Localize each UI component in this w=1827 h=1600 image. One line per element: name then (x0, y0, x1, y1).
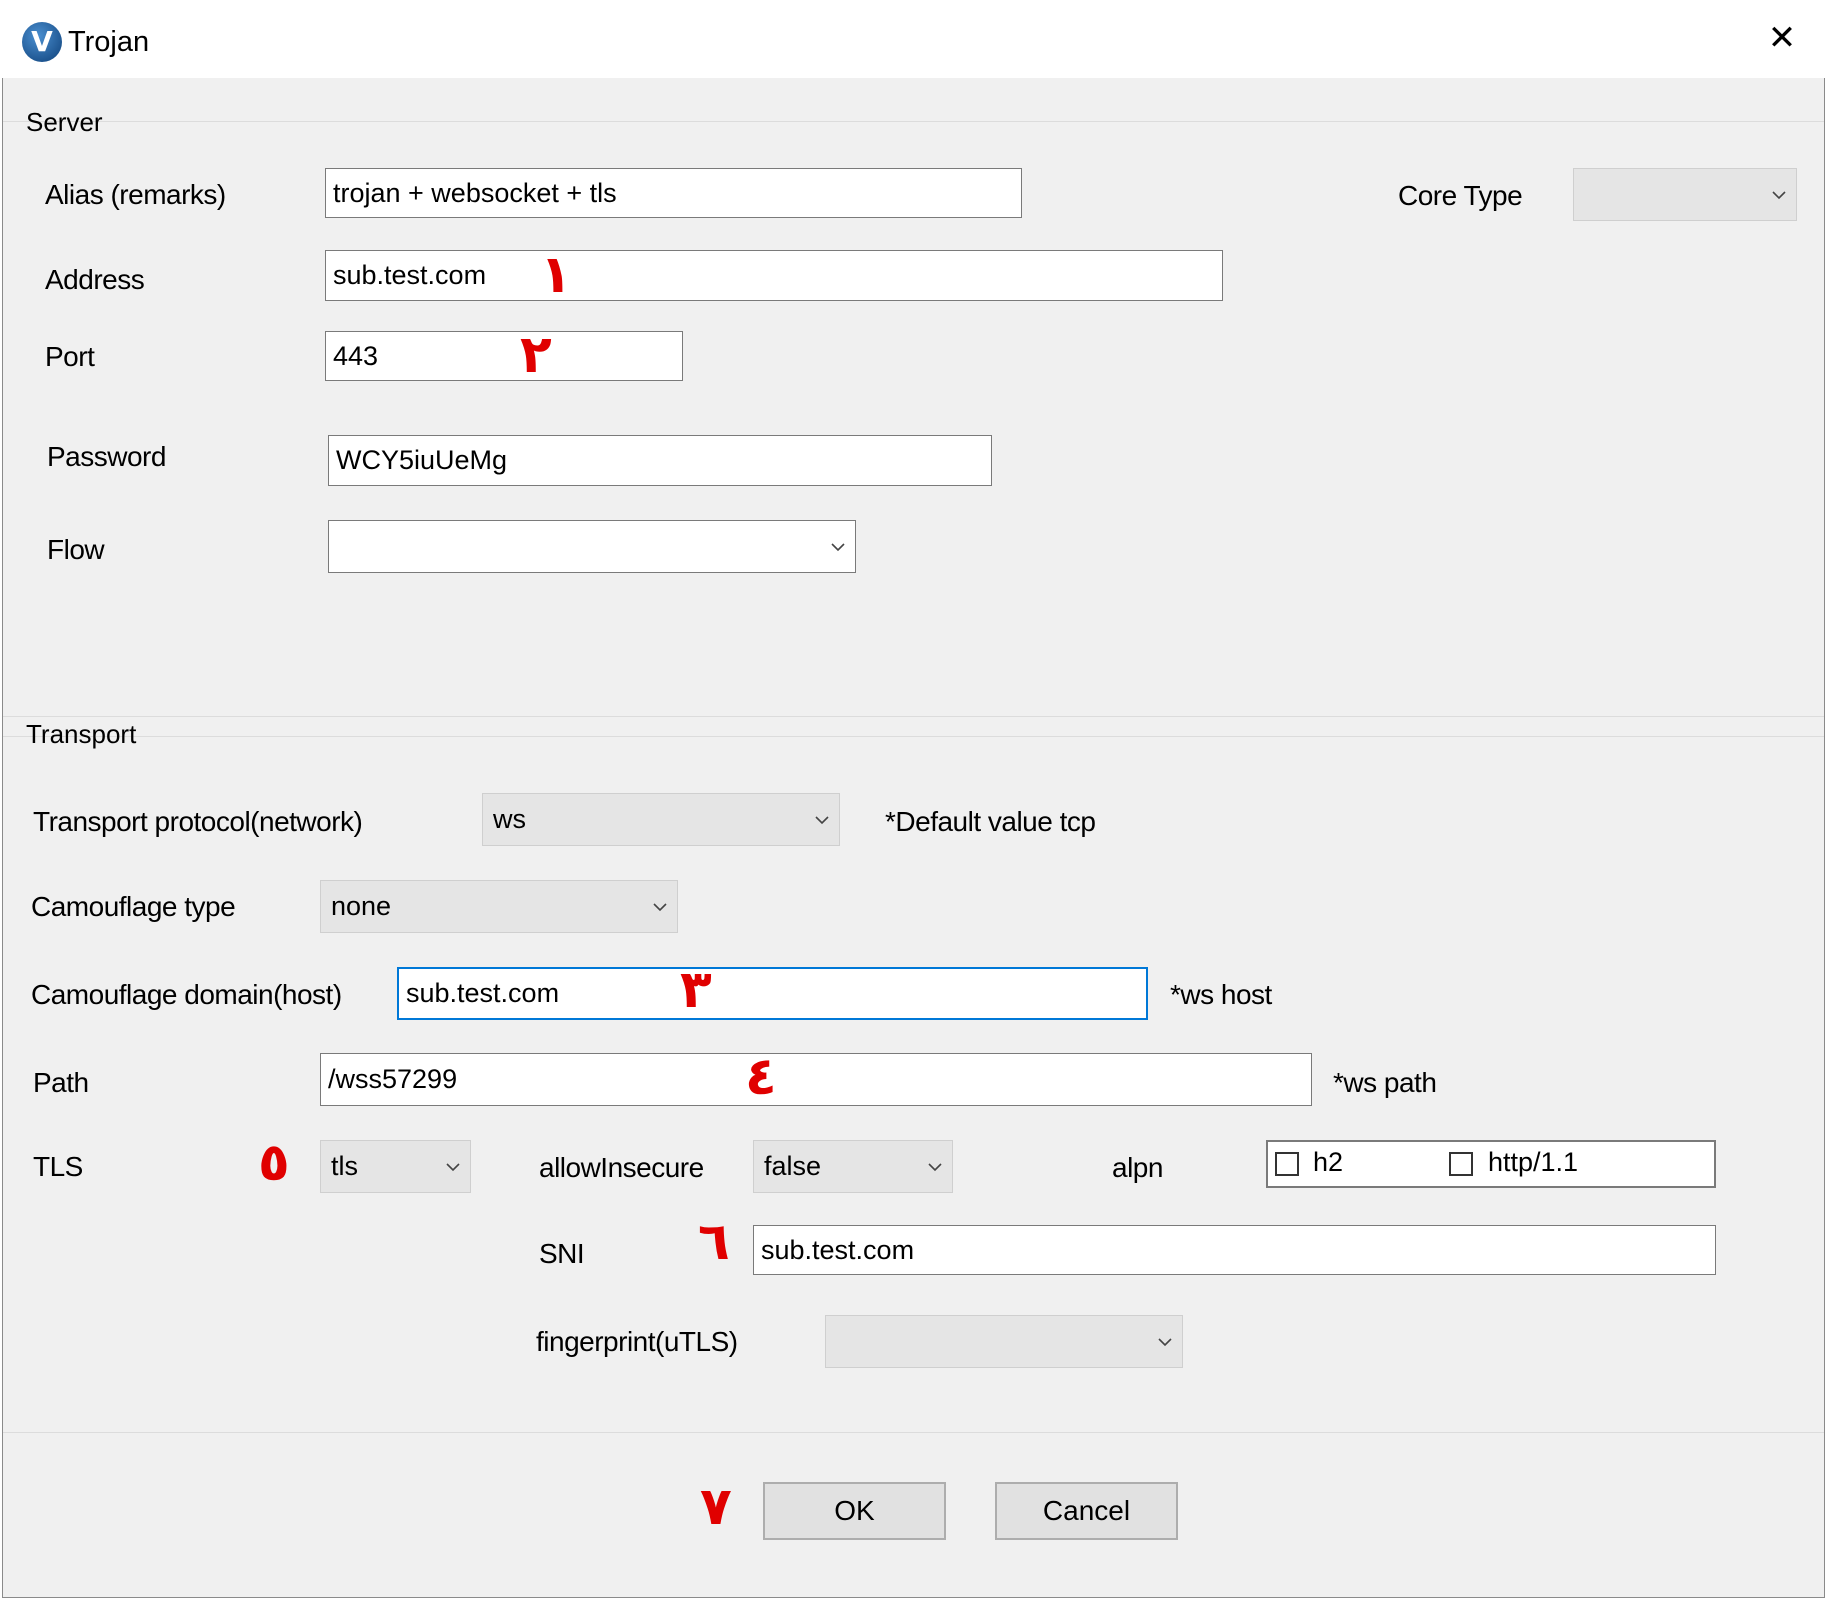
alpn-http11-label: http/1.1 (1488, 1147, 1579, 1177)
chevron-down-icon (446, 1160, 460, 1174)
alpn-label: alpn (1112, 1152, 1163, 1183)
sni-label: SNI (539, 1238, 585, 1269)
ok-button[interactable]: OK (763, 1482, 946, 1540)
chevron-down-icon (831, 540, 845, 554)
annotation-marker-3: ٣ (680, 960, 712, 1020)
allow-insecure-value: false (764, 1151, 822, 1181)
chevron-down-icon (1158, 1335, 1172, 1349)
path-label: Path (33, 1067, 89, 1098)
chevron-down-icon (928, 1160, 942, 1174)
annotation-marker-4: ٤ (745, 1047, 777, 1107)
camouflage-type-select[interactable]: none (320, 880, 678, 933)
port-input[interactable]: 443 (325, 331, 683, 381)
tls-value: tls (331, 1151, 358, 1181)
alpn-h2-checkbox[interactable] (1275, 1152, 1299, 1176)
address-label: Address (45, 264, 145, 295)
annotation-marker-6: ٦ (698, 1212, 730, 1272)
alpn-http11-checkbox[interactable] (1449, 1152, 1473, 1176)
title-bar (0, 0, 1827, 78)
close-icon[interactable]: ✕ (1762, 18, 1802, 58)
allow-insecure-select[interactable]: false (753, 1140, 953, 1193)
annotation-marker-1: ١ (540, 245, 572, 305)
window-title: Trojan (68, 26, 150, 58)
tls-select[interactable]: tls (320, 1140, 471, 1193)
chevron-down-icon (815, 813, 829, 827)
annotation-marker-2: ٢ (520, 325, 552, 385)
flow-select[interactable] (328, 520, 856, 573)
divider (3, 1432, 1824, 1433)
sni-input[interactable]: sub.test.com (753, 1225, 1716, 1275)
chevron-down-icon (1772, 188, 1786, 202)
fingerprint-select[interactable] (825, 1315, 1183, 1368)
transport-section-title: Transport (26, 719, 137, 749)
flow-label: Flow (47, 534, 105, 565)
server-section-title: Server (26, 107, 103, 137)
camouflage-type-value: none (331, 891, 392, 921)
host-label: Camouflage domain(host) (31, 979, 342, 1010)
divider (3, 121, 1824, 122)
path-hint: *ws path (1333, 1067, 1437, 1098)
allow-insecure-label: allowInsecure (539, 1152, 704, 1183)
password-input[interactable]: WCY5iuUeMg (328, 435, 992, 486)
cancel-button[interactable]: Cancel (995, 1482, 1178, 1540)
tls-label: TLS (33, 1151, 83, 1182)
network-value: ws (493, 804, 526, 834)
network-select[interactable]: ws (482, 793, 840, 846)
divider (3, 716, 1824, 717)
core-type-label: Core Type (1398, 180, 1523, 211)
network-label: Transport protocol(network) (33, 806, 363, 837)
network-hint: *Default value tcp (885, 806, 1096, 837)
chevron-down-icon (653, 900, 667, 914)
alpn-h2-label: h2 (1313, 1147, 1344, 1177)
alias-label: Alias (remarks) (45, 179, 226, 210)
host-input[interactable]: sub.test.com (397, 967, 1148, 1020)
camouflage-type-label: Camouflage type (31, 891, 236, 922)
fingerprint-label: fingerprint(uTLS) (536, 1326, 738, 1357)
path-input[interactable]: /wss57299 (320, 1053, 1312, 1106)
host-hint: *ws host (1170, 979, 1272, 1010)
alias-input[interactable]: trojan + websocket + tls (325, 168, 1022, 218)
divider (3, 736, 1824, 737)
annotation-marker-7: ٧ (700, 1477, 732, 1537)
password-label: Password (47, 441, 166, 472)
annotation-marker-5: ٥ (258, 1133, 290, 1193)
v2rayn-logo-icon: V (22, 22, 62, 62)
address-input[interactable]: sub.test.com (325, 250, 1223, 301)
core-type-select[interactable] (1573, 168, 1797, 221)
port-label: Port (45, 341, 95, 372)
